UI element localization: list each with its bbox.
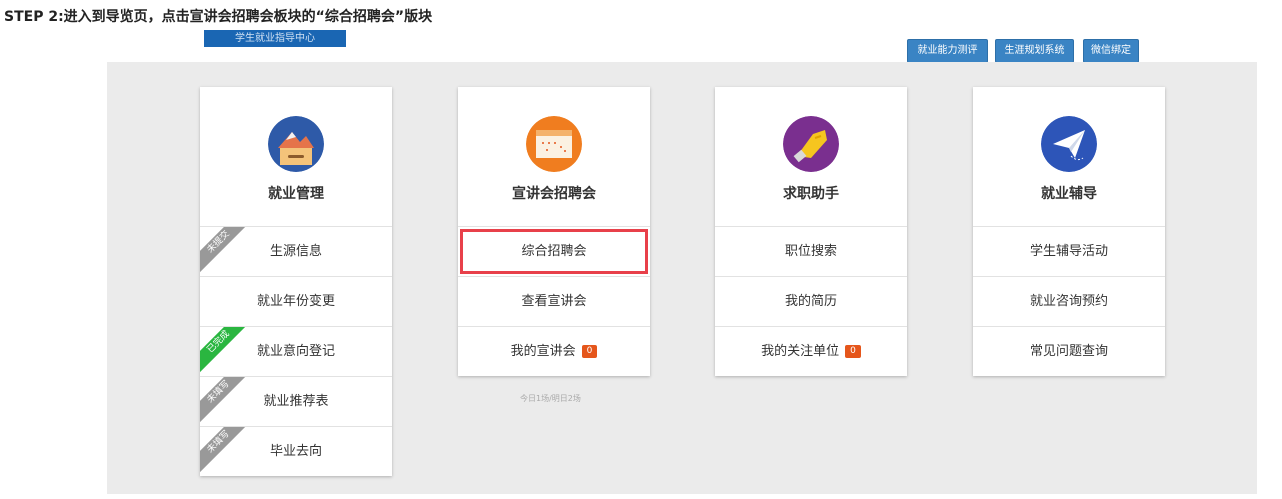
card-employment-management: 就业管理 未提交 生源信息 就业年份变更 已完成 就业意向登记 未填写 就业推荐… [200,87,392,476]
list-item-guidance-activities[interactable]: 学生辅导活动 [973,227,1165,277]
count-badge: 0 [845,345,861,358]
card-title: 就业辅导 [1041,186,1097,202]
status-ribbon: 未填写 [200,377,252,426]
row-label: 我的关注单位 [761,344,840,359]
card-header: 就业辅导 [973,87,1165,227]
list-item-comprehensive-job-fair[interactable]: 综合招聘会 [458,227,650,277]
calendar-icon [526,116,582,172]
count-badge: 0 [581,345,598,358]
handshake-icon [783,116,839,172]
row-label: 学生辅导活动 [1029,244,1108,259]
row-label: 就业年份变更 [256,294,335,309]
row-label: 我的宣讲会 [510,344,576,359]
card-title: 求职助手 [783,186,839,202]
status-ribbon: 未提交 [200,227,252,276]
row-label: 职位搜索 [784,244,837,259]
status-ribbon: 未填写 [200,427,252,476]
card-header: 宣讲会招聘会 [458,87,650,227]
list-item-my-resume[interactable]: 我的简历 [715,277,907,327]
career-test-button[interactable]: 就业能力测评 [907,39,988,63]
row-label: 就业意向登记 [256,344,335,359]
list-item-view-seminars[interactable]: 查看宣讲会 [458,277,650,327]
row-label: 查看宣讲会 [521,294,587,309]
row-label: 常见问题查询 [1029,344,1108,359]
card-header: 就业管理 [200,87,392,227]
card-title: 宣讲会招聘会 [512,186,596,202]
seminar-count-note: 今日1场/明日2场 [520,394,581,403]
status-ribbon: 已完成 [200,327,252,376]
list-item-graduation-destination[interactable]: 未填写 毕业去向 [200,427,392,476]
list-item-job-search[interactable]: 职位搜索 [715,227,907,277]
site-logo: 学生就业指导中心 [204,30,346,47]
row-label: 就业推荐表 [263,394,329,409]
highlight-box [460,229,648,274]
row-label: 我的简历 [784,294,837,309]
card-job-assistant: 求职助手 职位搜索 我的简历 我的关注单位 0 [715,87,907,376]
row-label: 就业咨询预约 [1029,294,1108,309]
list-item-recommendation-form[interactable]: 未填写 就业推荐表 [200,377,392,427]
wechat-bind-button[interactable]: 微信绑定 [1083,39,1139,63]
card-career-guidance: 就业辅导 学生辅导活动 就业咨询预约 常见问题查询 [973,87,1165,376]
card-job-fairs: 宣讲会招聘会 综合招聘会 查看宣讲会 我的宣讲会 0 [458,87,650,376]
list-item-year-change[interactable]: 就业年份变更 [200,277,392,327]
list-item-followed-companies[interactable]: 我的关注单位 0 [715,327,907,376]
list-item-consultation-booking[interactable]: 就业咨询预约 [973,277,1165,327]
card-title: 就业管理 [268,186,324,202]
list-item-my-seminars[interactable]: 我的宣讲会 0 [458,327,650,376]
card-header: 求职助手 [715,87,907,227]
row-label: 生源信息 [269,244,322,259]
list-item-source-info[interactable]: 未提交 生源信息 [200,227,392,277]
list-item-intention-register[interactable]: 已完成 就业意向登记 [200,327,392,377]
row-label: 毕业去向 [269,444,322,459]
paper-plane-icon [1041,116,1097,172]
career-plan-button[interactable]: 生涯规划系统 [995,39,1074,63]
step-title: STEP 2:进入到导览页，点击宣讲会招聘会板块的“综合招聘会”版块 [4,9,433,25]
list-item-faq[interactable]: 常见问题查询 [973,327,1165,376]
landscape-icon [268,116,324,172]
